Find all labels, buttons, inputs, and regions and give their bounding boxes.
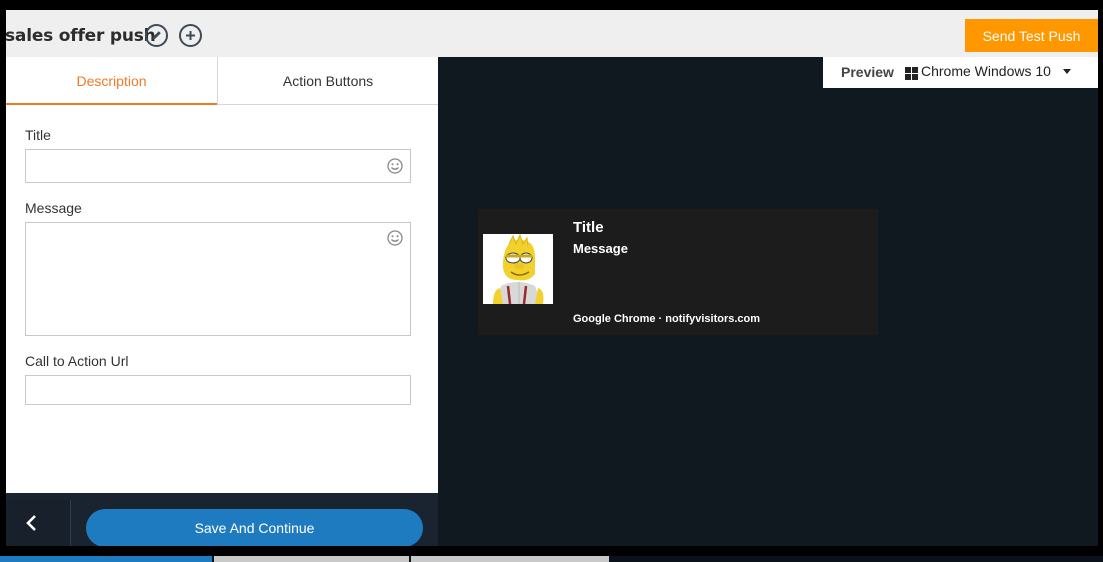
emoji-icon[interactable] [387,158,403,174]
taskbar-segment [0,556,212,562]
tab-action-buttons[interactable]: Action Buttons [217,57,438,105]
add-button[interactable] [179,24,202,47]
send-test-push-button[interactable]: Send Test Push [965,19,1098,52]
tab-description[interactable]: Description [6,57,217,105]
taskbar-segment [214,556,409,562]
taskbar-segment [411,556,609,562]
notification-preview: Title Message Google Chrome · notifyvisi… [478,209,878,335]
notification-title: Title [573,219,604,236]
plus-icon [186,31,195,40]
message-textarea[interactable] [25,222,411,336]
title-label: Title [25,127,51,143]
cta-url-label: Call to Action Url [25,353,129,369]
app-window: sales offer push Send Test Push Descript… [6,10,1098,546]
edit-title-button[interactable] [145,24,168,47]
notification-source: Google Chrome · notifyvisitors.com [573,313,761,325]
cartoon-character-image [483,234,553,304]
chevron-left-icon [26,515,36,531]
taskbar-strip [0,556,1103,562]
save-and-continue-button[interactable]: Save And Continue [86,509,423,546]
emoji-icon[interactable] [387,230,403,246]
page-title: sales offer push [6,26,156,46]
top-header: sales offer push Send Test Push [6,10,1098,57]
editor-panel: Description Action Buttons Title Message… [6,57,438,493]
caret-down-icon[interactable] [1063,69,1071,74]
browser-dropdown[interactable]: Chrome Windows 10 [921,63,1051,79]
tab-bar: Description Action Buttons [6,57,438,105]
footer-bar: Save And Continue [6,493,438,546]
notification-message: Message [573,241,628,256]
message-label: Message [25,200,82,216]
windows-icon [905,67,918,80]
pencil-icon [152,31,161,40]
preview-selector: Preview Chrome Windows 10 [823,57,1098,88]
cta-url-input[interactable] [25,375,411,405]
back-button[interactable] [6,500,71,546]
preview-label: Preview [841,64,894,80]
notification-image [483,234,553,304]
title-input[interactable] [25,149,411,183]
